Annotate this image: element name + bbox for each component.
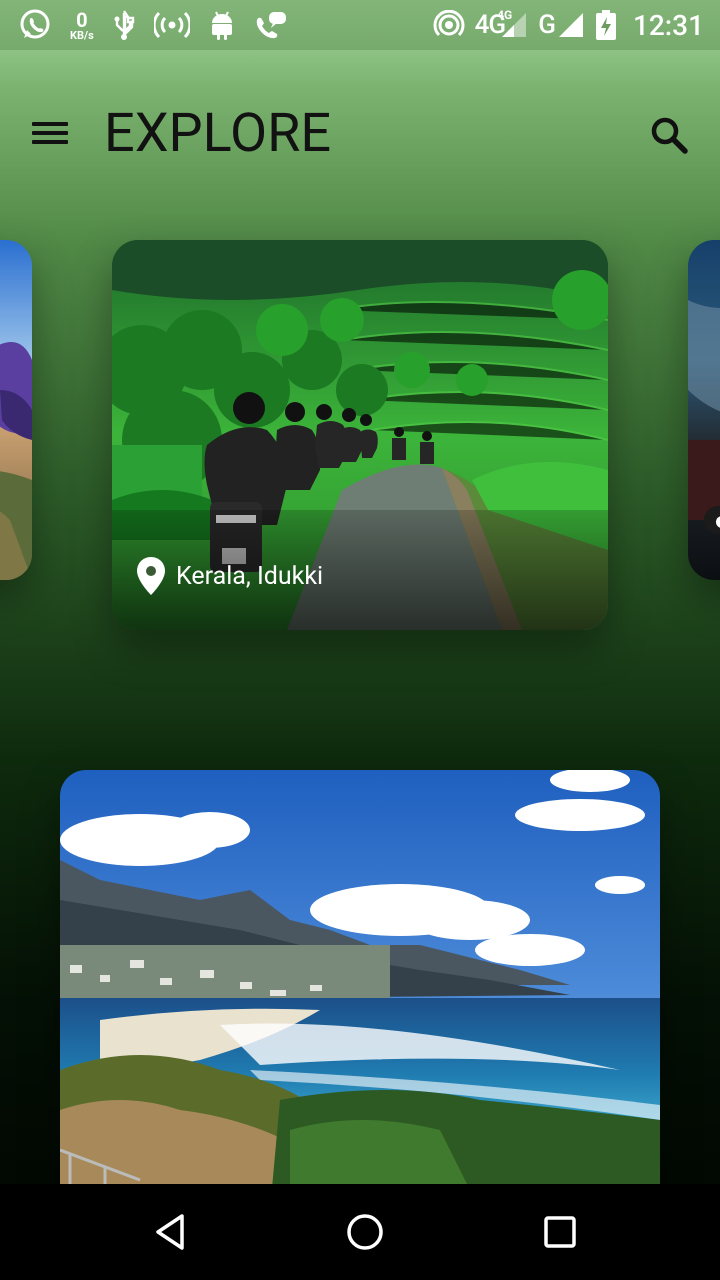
hamburger-menu-icon	[30, 122, 70, 144]
nav-home-button[interactable]	[339, 1206, 391, 1258]
recents-square-icon	[544, 1216, 576, 1248]
destination-card-previous[interactable]	[0, 240, 32, 580]
nav-back-button[interactable]	[144, 1206, 196, 1258]
destination-card-next[interactable]	[688, 240, 720, 580]
destination-photo-next	[688, 240, 720, 580]
usb-icon	[112, 9, 136, 41]
network-speed-indicator: 0 KB/s	[70, 10, 94, 41]
search-icon	[651, 117, 688, 154]
featured-destination-photo	[60, 770, 660, 1210]
home-circle-icon	[347, 1214, 383, 1250]
chat-call-icon	[254, 10, 288, 40]
destination-photo-previous	[0, 240, 32, 580]
hotspot-icon	[153, 10, 190, 40]
battery-charging-icon	[595, 9, 617, 41]
network-speed-unit: KB/s	[70, 28, 94, 42]
network-type-label-2: G	[538, 10, 556, 40]
menu-button[interactable]	[30, 118, 70, 154]
location-label: Kerala, Idukki	[176, 561, 324, 591]
signal-strength-icon-2	[558, 13, 583, 37]
status-time: 12:31	[632, 8, 704, 42]
nav-recents-button[interactable]	[534, 1206, 586, 1258]
back-triangle-icon	[156, 1214, 184, 1250]
system-navigation-bar	[0, 1184, 720, 1280]
hotspot-signal-icon	[433, 10, 465, 40]
location-pin-icon	[137, 557, 165, 595]
network-speed-value: 0	[76, 7, 88, 32]
search-button[interactable]	[646, 112, 694, 160]
status-bar: 0 KB/s 4G 4G G 12:31	[0, 0, 720, 50]
page-title: EXPLORE	[104, 102, 332, 165]
whatsapp-icon	[18, 8, 52, 42]
app-header: EXPLORE	[0, 88, 720, 184]
explore-screen: 0 KB/s 4G 4G G 12:31 EXPLORE Kerala, Idu…	[0, 0, 720, 1280]
featured-destination-card[interactable]	[60, 770, 660, 1210]
card-location: Kerala, Idukki	[136, 556, 323, 596]
network-type-sup: 4G	[497, 8, 513, 22]
android-icon	[208, 9, 236, 41]
destination-card[interactable]: Kerala, Idukki	[112, 240, 608, 630]
